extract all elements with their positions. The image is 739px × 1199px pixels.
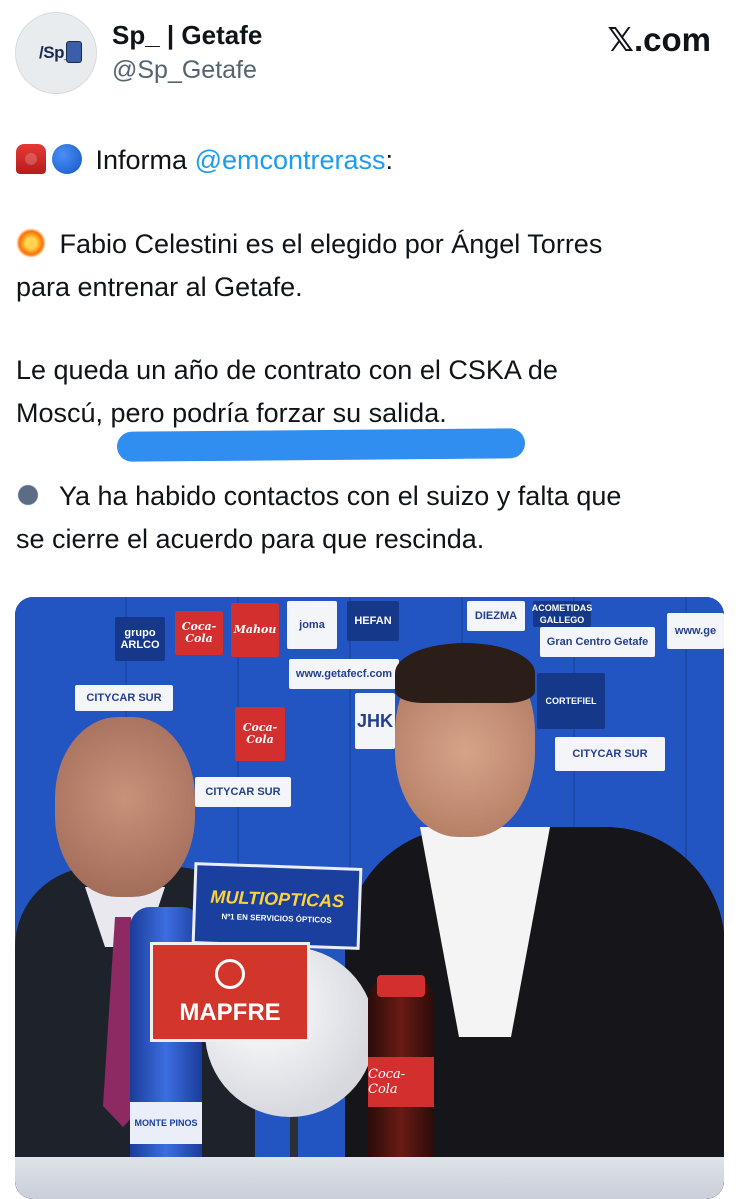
mapfre-logo-icon: [215, 959, 245, 989]
tweet-header: /Sp_ Sp_ | Getafe @Sp_Getafe 𝕏.com: [0, 0, 739, 100]
sponsor-board: grupo ARLCO: [115, 617, 165, 661]
multiopticas-subtext: Nº1 EN SERVICIOS ÓPTICOS: [221, 912, 332, 925]
user-handle[interactable]: @Sp_Getafe: [112, 56, 257, 85]
tweet-line-4: Le queda un año de contrato con el CSKA …: [16, 355, 558, 385]
water-bottle-label: MONTE PINOS: [130, 1102, 202, 1144]
tweet-line-6: Ya ha habido contactos con el suizo y fa…: [16, 476, 621, 516]
profile-avatar[interactable]: /Sp_: [15, 12, 97, 94]
blue-circle-icon: [52, 144, 82, 174]
tweet-line-5: Moscú, pero podría forzar su salida.: [16, 398, 447, 428]
mapfre-text: MAPFRE: [179, 999, 281, 1026]
coke-label: Coca-Cola: [368, 1057, 434, 1107]
tweet-line-1: Informa @emcontrerass:: [16, 140, 393, 180]
sponsor-board: DIEZMA: [467, 601, 525, 631]
sponsor-board: Coca-Cola: [175, 611, 223, 655]
mapfre-sign: MAPFRE: [150, 942, 310, 1042]
colon-text: :: [385, 145, 394, 175]
left-head: [55, 717, 195, 897]
sponsor-board: joma: [287, 601, 337, 649]
tweet-photo[interactable]: Coca-Cola Mahou joma HEFAN DIEZMA ACOMET…: [15, 597, 724, 1199]
sponsor-board: HEFAN: [347, 601, 399, 641]
mention-link[interactable]: @emcontrerass: [195, 145, 386, 175]
x-logo: 𝕏.com: [607, 21, 711, 58]
coke-cap: [377, 975, 425, 997]
speaking-head-icon: [16, 480, 46, 510]
club-crest-icon: [66, 41, 82, 63]
tweet-line-7: se cierre el acuerdo para que rescinda.: [16, 524, 485, 554]
informa-text: Informa: [95, 145, 195, 175]
right-hair: [395, 643, 535, 703]
tweet-text: Fabio Celestini es el elegido por Ángel …: [59, 229, 603, 259]
tweet-line-3: para entrenar al Getafe.: [16, 272, 303, 302]
highlight-underline: [116, 428, 526, 462]
multiopticas-text: MULTIOPTICAS: [210, 886, 345, 912]
press-table: [15, 1157, 724, 1199]
tweet-text: Ya ha habido contactos con el suizo y fa…: [59, 481, 622, 511]
collision-icon: [16, 228, 46, 258]
sponsor-board: ACOMETIDAS GALLEGO: [531, 601, 593, 627]
sponsor-board: Mahou: [231, 603, 279, 657]
siren-icon: [16, 144, 46, 174]
display-name[interactable]: Sp_ | Getafe: [112, 20, 262, 51]
multiopticas-sign: MULTIOPTICAS Nº1 EN SERVICIOS ÓPTICOS: [191, 862, 363, 950]
tweet-line-2: Fabio Celestini es el elegido por Ángel …: [16, 224, 602, 264]
